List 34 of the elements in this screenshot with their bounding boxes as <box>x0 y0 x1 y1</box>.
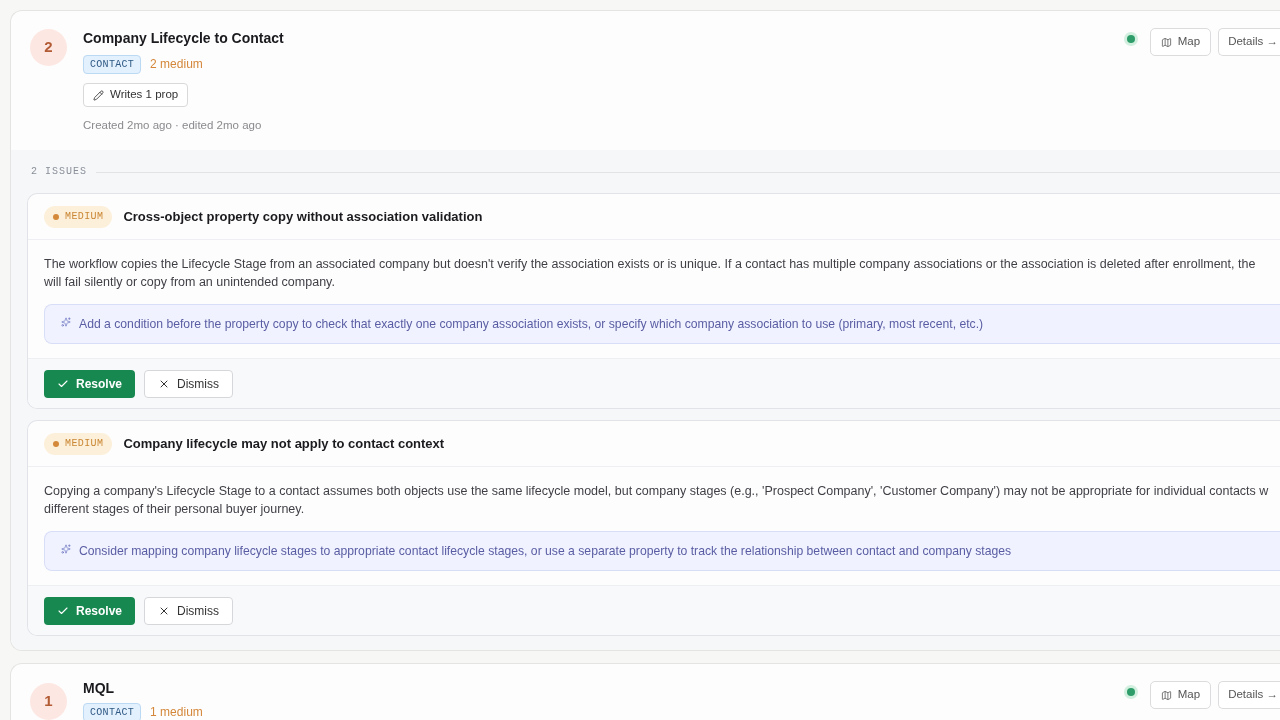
created-meta: Created 2mo ago · edited 2mo ago <box>83 118 262 132</box>
object-tag: CONTACT <box>83 55 142 74</box>
sparkles-icon <box>61 317 71 327</box>
map-button[interactable]: Map <box>1149 28 1212 56</box>
severity-summary: 2 medium <box>150 57 203 71</box>
details-button[interactable]: Details → <box>1218 28 1280 56</box>
dismiss-button[interactable]: Dismiss <box>144 597 234 625</box>
check-icon <box>57 378 69 390</box>
issues-count-label: 2 ISSUES <box>31 165 87 179</box>
object-tag: CONTACT <box>83 703 142 720</box>
resolve-button[interactable]: Resolve <box>44 597 136 625</box>
severity-text: MEDIUM <box>65 438 104 449</box>
writes-prop-button[interactable]: Writes 1 prop <box>83 83 189 107</box>
issue-description: Copying a company's Lifecycle Stage to a contact assumes both objects use the same lifecycle model, but company stages (e.g., 'Prospect Company', 'Customer Company') may not be appropriate for individual contacts w different stages of their personal buyer journey. <box>44 483 1269 518</box>
issue-title: Cross-object property copy without association validation <box>123 207 483 226</box>
issue-title: Company lifecycle may not apply to contact context <box>123 434 445 453</box>
issue-count: 1 <box>30 683 67 720</box>
map-icon <box>1160 689 1172 701</box>
dismiss-button[interactable]: Dismiss <box>144 370 234 398</box>
workflow-title: Company Lifecycle to Contact <box>83 29 284 48</box>
map-button[interactable]: Map <box>1149 681 1212 709</box>
severity-summary: 1 medium <box>150 705 203 719</box>
sparkles-icon <box>61 544 71 554</box>
map-icon <box>1160 36 1172 48</box>
pencil-icon <box>93 89 104 101</box>
issue-count: 2 <box>30 29 67 66</box>
details-button[interactable]: Details → <box>1218 681 1280 709</box>
resolve-button[interactable]: Resolve <box>44 370 136 398</box>
severity-text: MEDIUM <box>65 211 104 222</box>
suggestion-text: Add a condition before the property copy to check that exactly one company association exists, or specify which company association to use (primary, most recent, etc.) <box>79 315 984 333</box>
suggestion-text: Consider mapping company lifecycle stages to appropriate contact lifecycle stages, or use a separate property to track the relationship between contact and company stages <box>79 542 1012 560</box>
workflow-title: MQL <box>83 679 115 698</box>
issue-description: The workflow copies the Lifecycle Stage from an associated company but doesn't verify the association exists or is unique. If a contact has multiple company associations or the association is deleted after enrollment, the will fail silently or copy from an unintended company. <box>44 256 1256 291</box>
check-icon <box>57 605 69 617</box>
